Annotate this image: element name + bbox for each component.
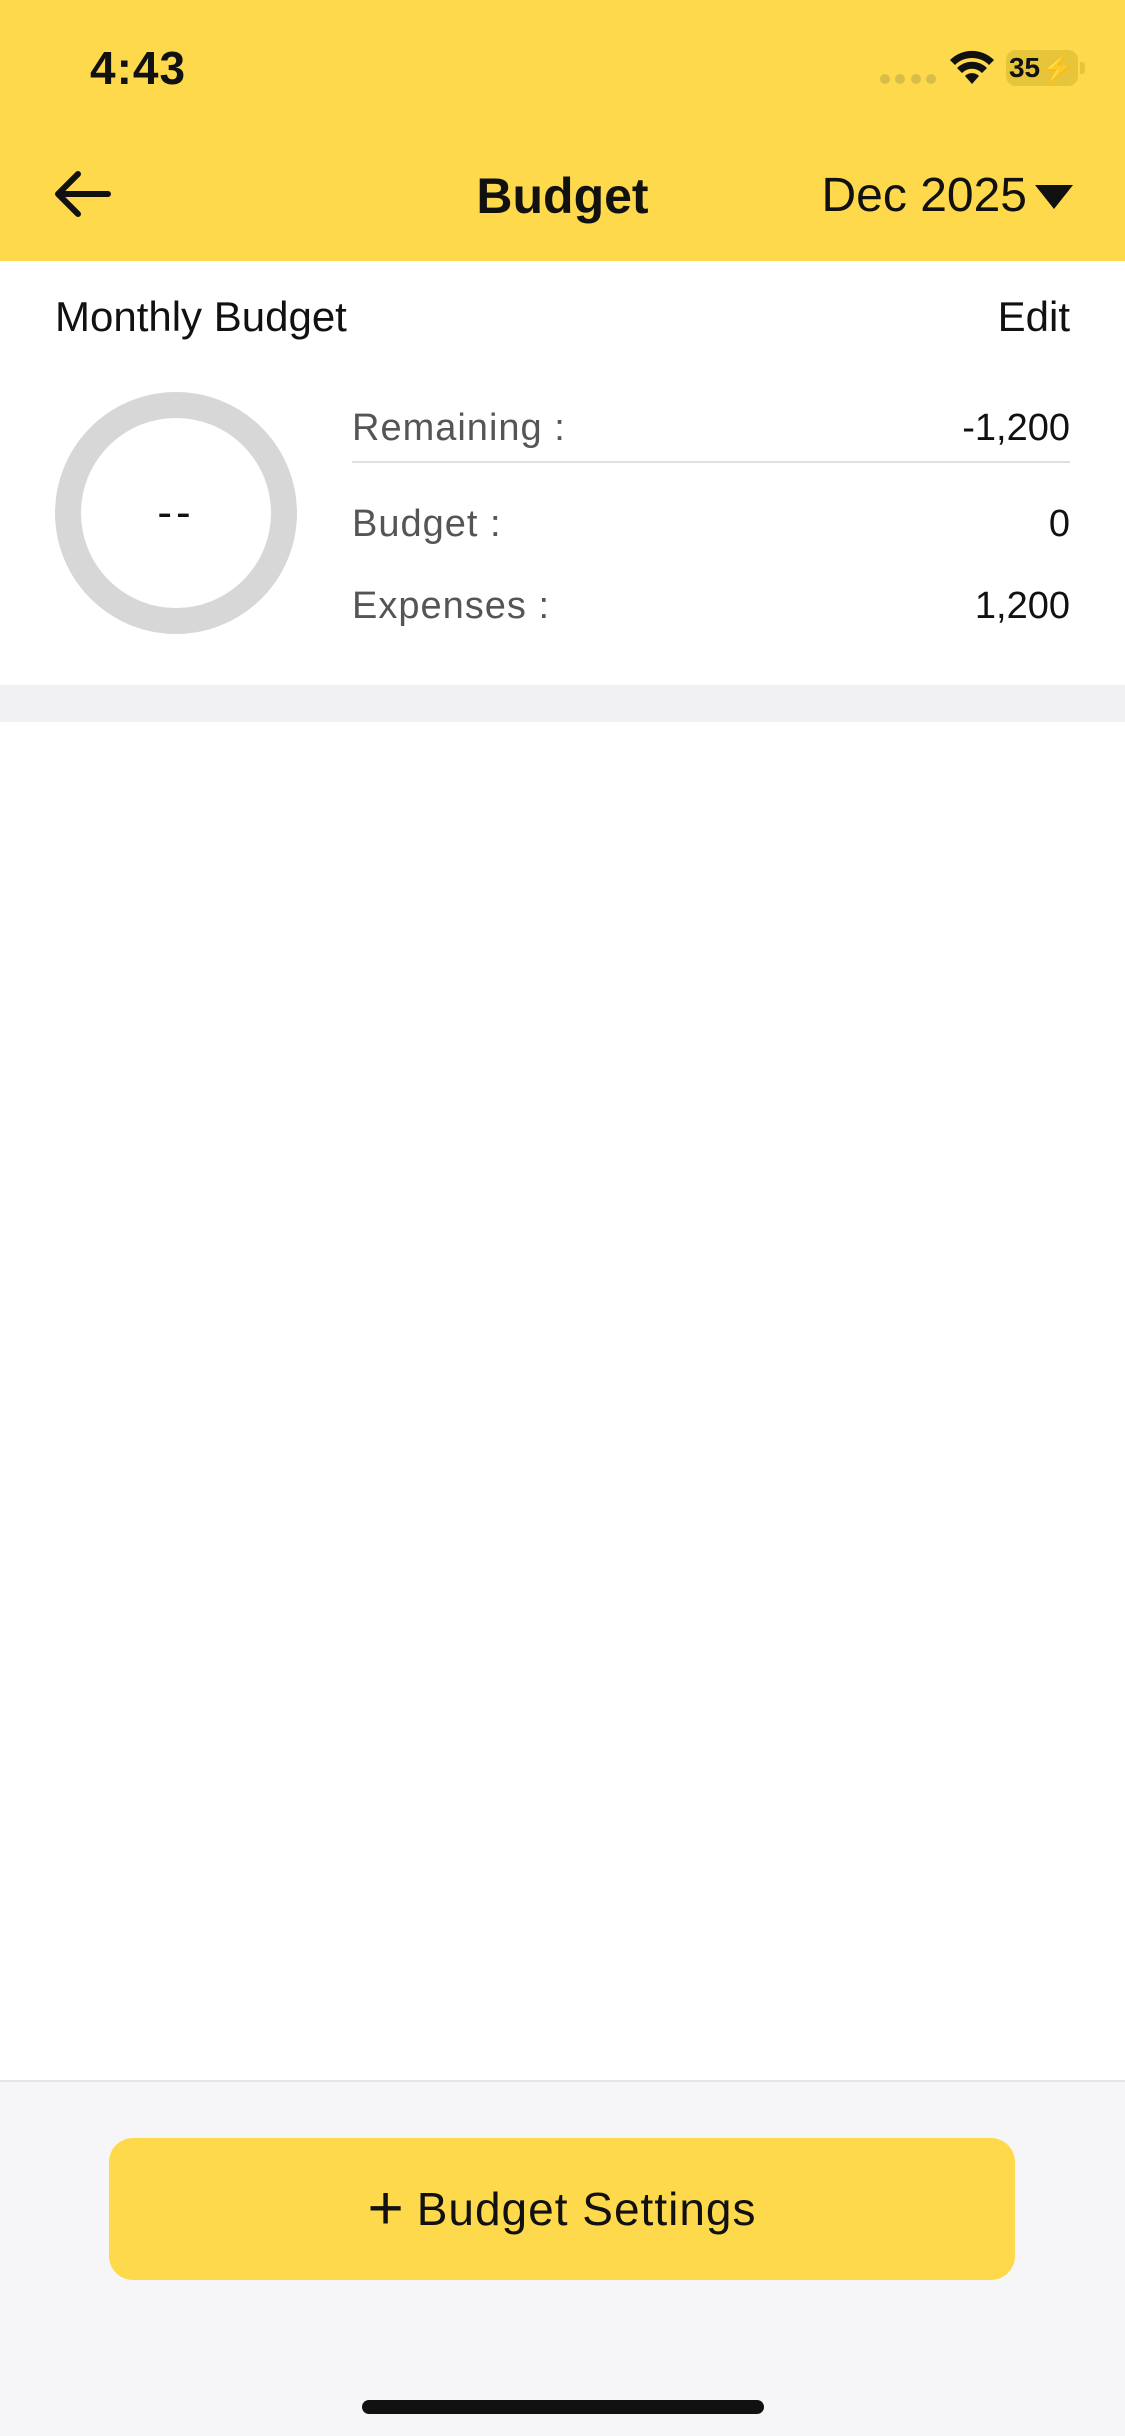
section-separator bbox=[0, 685, 1125, 722]
budget-screen: 4:43 35 ⚡ Budget Dec 2025 Monthly Budget … bbox=[0, 0, 1125, 2436]
caret-down-icon bbox=[1035, 185, 1073, 209]
budget-row: Budget : 0 bbox=[352, 494, 1070, 554]
budget-progress-ring: -- bbox=[55, 392, 297, 634]
budget-value: 0 bbox=[1048, 502, 1070, 545]
remaining-label: Remaining : bbox=[352, 406, 566, 449]
expenses-label: Expenses : bbox=[352, 584, 550, 627]
battery-icon: 35 ⚡ bbox=[1006, 50, 1078, 86]
month-label: Dec 2025 bbox=[821, 169, 1027, 222]
divider bbox=[352, 461, 1070, 463]
home-indicator[interactable] bbox=[362, 2400, 764, 2414]
card-title: Monthly Budget bbox=[55, 293, 347, 340]
budget-settings-button[interactable]: + Budget Settings bbox=[109, 2138, 1015, 2280]
remaining-row: Remaining : -1,200 bbox=[352, 398, 1070, 458]
battery-level: 35 bbox=[1008, 52, 1041, 83]
remaining-value: -1,200 bbox=[962, 406, 1070, 449]
cellular-signal-icon bbox=[880, 74, 936, 84]
budget-settings-label: Budget Settings bbox=[416, 2183, 757, 2235]
budget-label: Budget : bbox=[352, 502, 502, 545]
month-selector[interactable]: Dec 2025 bbox=[822, 164, 1073, 228]
monthly-budget-card: Monthly Budget Edit -- Remaining : -1,20… bbox=[0, 261, 1125, 685]
expenses-row: Expenses : 1,200 bbox=[352, 576, 1070, 636]
bottom-bar: + Budget Settings bbox=[0, 2080, 1125, 2436]
battery-nub bbox=[1080, 62, 1085, 74]
wifi-icon bbox=[950, 50, 994, 84]
edit-button[interactable]: Edit bbox=[998, 289, 1070, 345]
ring-percentage: -- bbox=[157, 488, 195, 537]
header: 4:43 35 ⚡ Budget Dec 2025 bbox=[0, 0, 1125, 261]
charging-bolt-icon: ⚡ bbox=[1040, 52, 1076, 84]
status-time: 4:43 bbox=[90, 42, 187, 94]
expenses-value: 1,200 bbox=[974, 584, 1070, 627]
plus-icon: + bbox=[367, 2174, 405, 2243]
